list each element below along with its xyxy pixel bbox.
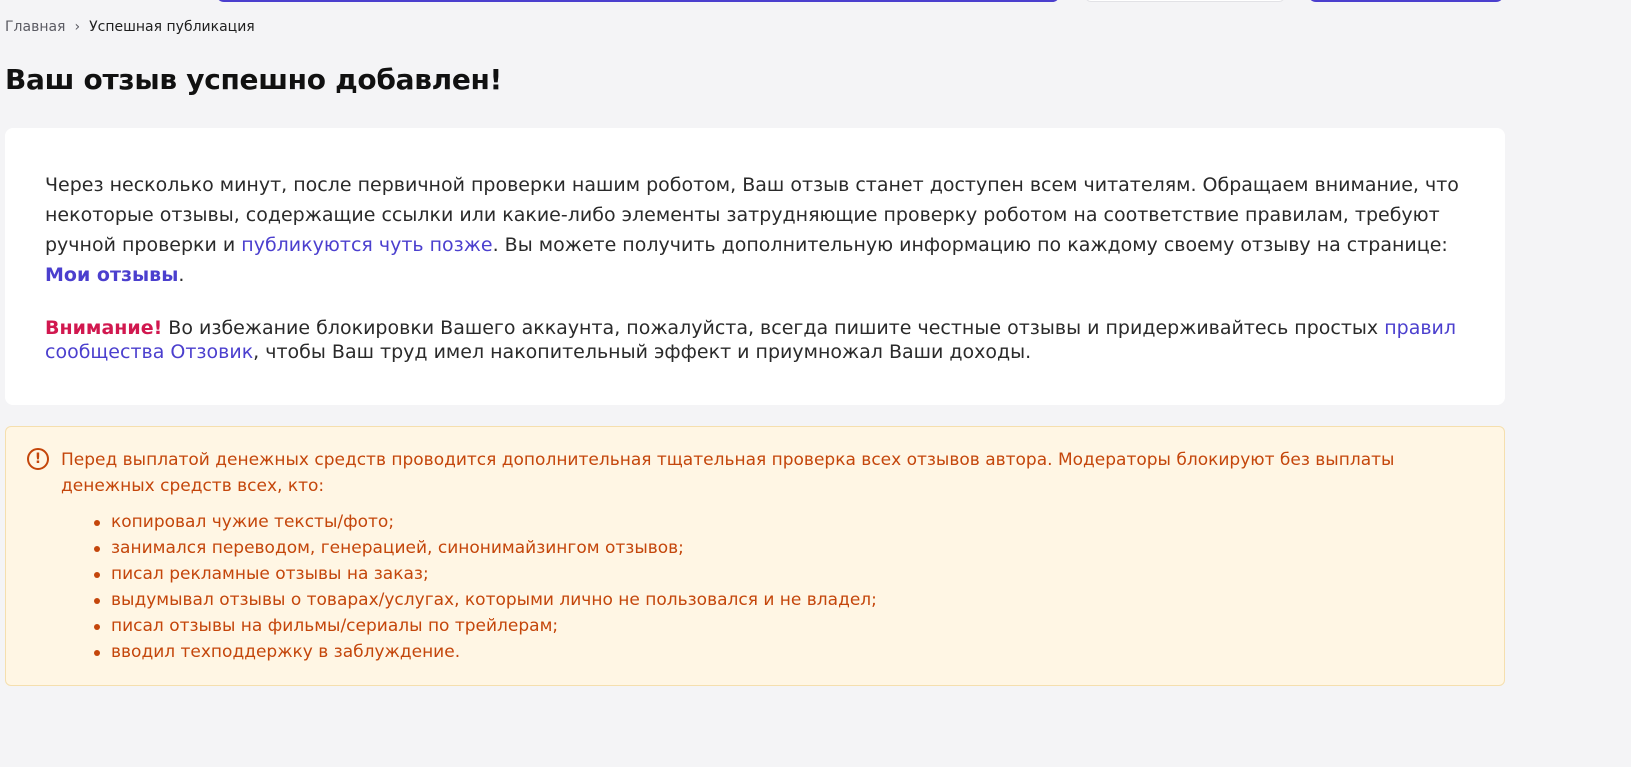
notice-item: писал рекламные отзывы на заказ;	[94, 561, 1444, 587]
notice-text: Перед выплатой денежных средств проводит…	[61, 450, 1395, 496]
success-message: Через несколько минут, после первичной п…	[45, 170, 1465, 290]
breadcrumb-home-link[interactable]: Главная	[5, 18, 65, 36]
success-text-2: . Вы можете получить дополнительную инфо…	[492, 234, 1448, 256]
notice-item: занимался переводом, генерацией, синоним…	[94, 535, 1444, 561]
exclamation-circle-icon: !	[27, 448, 49, 470]
notice-item: вводил техподдержку в заблуждение.	[94, 639, 1444, 665]
notice-item: писал отзывы на фильмы/сериалы по трейле…	[94, 613, 1444, 639]
header-action-button[interactable]	[1308, 0, 1504, 2]
my-reviews-link[interactable]: Мои отзывы	[45, 264, 178, 286]
header-widget[interactable]	[1085, 0, 1285, 2]
success-card: Через несколько минут, после первичной п…	[5, 128, 1505, 405]
warning-text-2: , чтобы Ваш труд имел накопительный эффе…	[253, 341, 1032, 363]
header-search-button[interactable]	[1000, 0, 1060, 2]
breadcrumb: Главная › Успешная публикация	[5, 18, 255, 36]
notice-list: копировал чужие тексты/фото; занимался п…	[61, 509, 1444, 665]
success-text-end: .	[178, 264, 185, 286]
breadcrumb-separator: ›	[74, 19, 81, 35]
warning-label: Внимание!	[45, 317, 163, 339]
warning-text-1: Во избежание блокировки Вашего аккаунта,…	[162, 317, 1385, 339]
warning-message: Внимание! Во избежание блокировки Вашего…	[45, 316, 1465, 364]
payout-notice: ! Перед выплатой денежных средств провод…	[5, 426, 1505, 686]
page-title: Ваш отзыв успешно добавлен!	[5, 63, 503, 96]
publish-later-link[interactable]: публикуются чуть позже	[241, 234, 492, 256]
notice-item: копировал чужие тексты/фото;	[94, 509, 1444, 535]
notice-item: выдумывал отзывы о товарах/услугах, кото…	[94, 587, 1444, 613]
breadcrumb-current: Успешная публикация	[89, 19, 255, 35]
header-search-input[interactable]	[216, 0, 1060, 2]
